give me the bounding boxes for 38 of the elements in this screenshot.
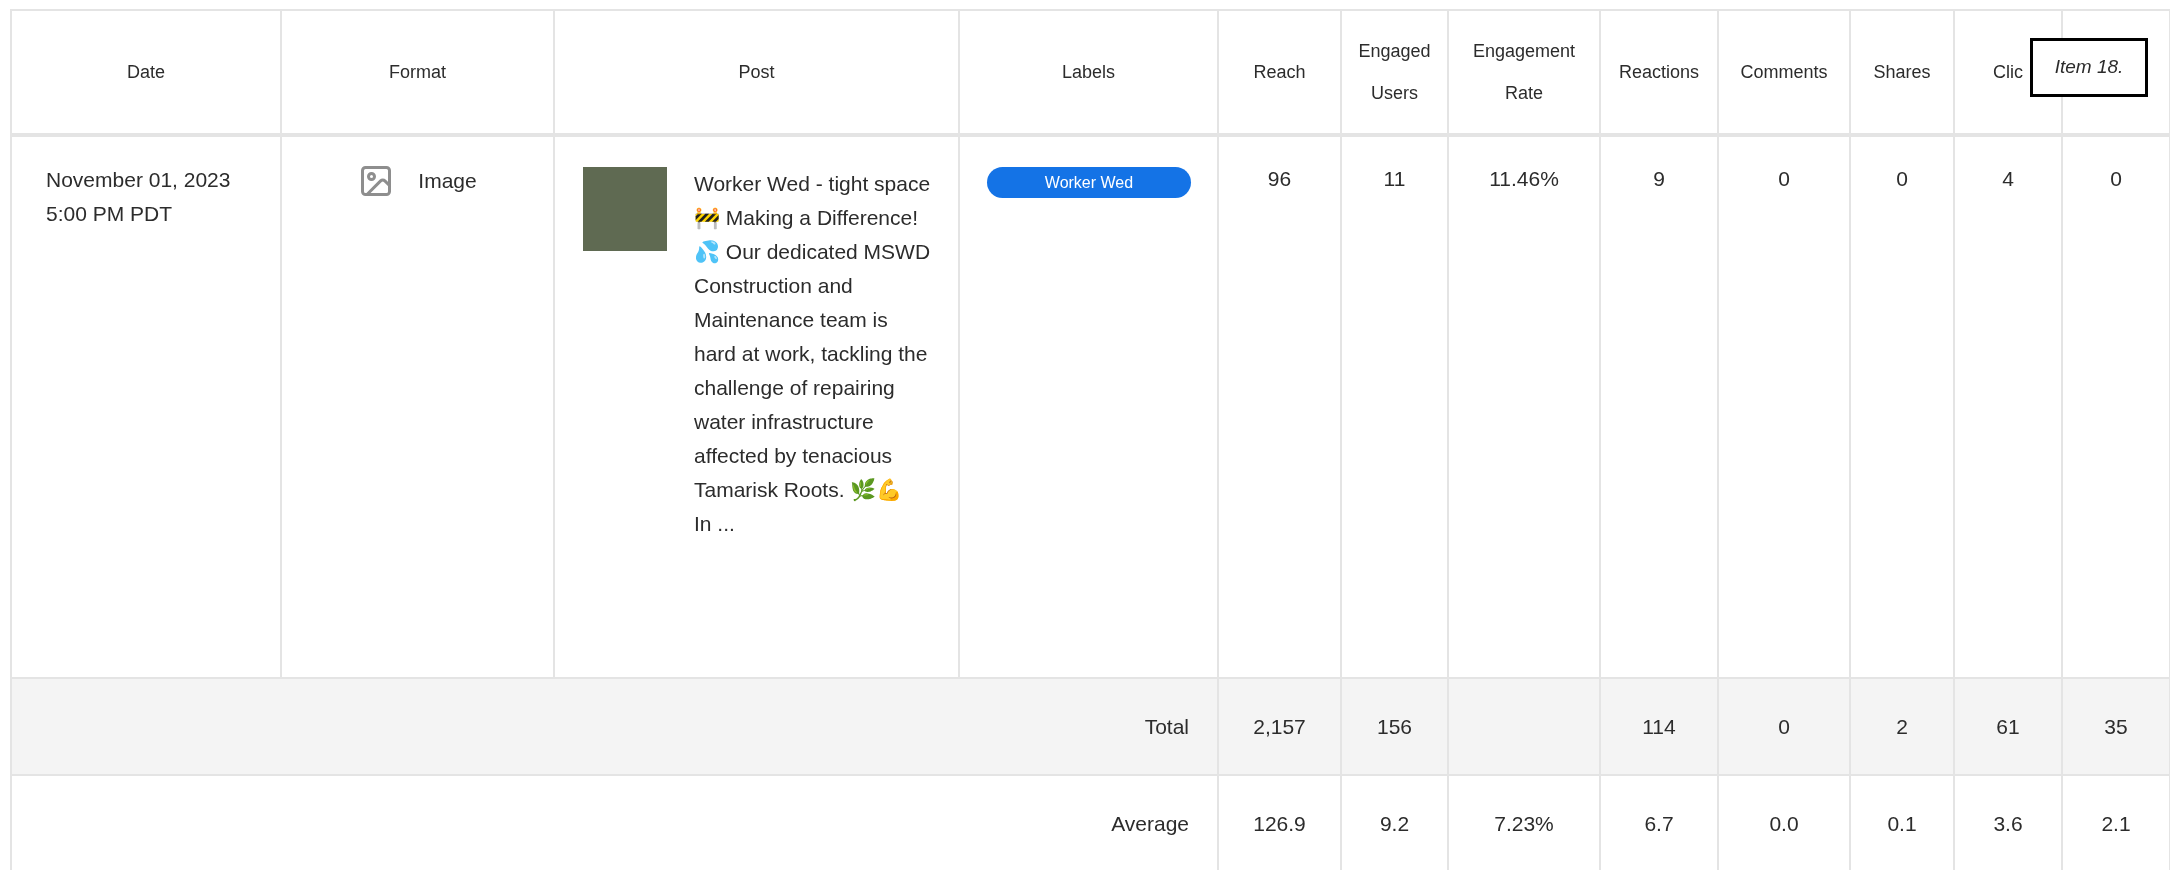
metric-value: 2,157 xyxy=(1253,714,1306,738)
post-text: Worker Wed - tight space 🚧 Making a Difference! 💦 Our dedicated MSWD Construction and Maintenance team is hard at work, tackling the challenge of repairing water infrastructure affected by tenacious Tamarisk Roots. 🌿💪 In ... xyxy=(694,171,932,537)
metric-value: 11 xyxy=(1383,167,1406,190)
column-header[interactable]: Clic xyxy=(1993,51,2023,93)
item-label: Item 18. xyxy=(2030,38,2148,97)
metric-value: 11.46% xyxy=(1489,167,1559,190)
column-header[interactable]: Format xyxy=(389,51,446,93)
column-header[interactable]: Date xyxy=(127,51,165,93)
metric-value: 4 xyxy=(2002,167,2014,190)
metric-value: 114 xyxy=(1642,714,1676,738)
metric-value: 2 xyxy=(1896,714,1908,738)
metric-value: 9 xyxy=(1653,167,1665,190)
format-text: Image xyxy=(418,168,477,195)
metric-value: 0.1 xyxy=(1887,811,1917,835)
metric-value: 7.23% xyxy=(1494,811,1554,835)
metric-value: 126.9 xyxy=(1253,811,1306,835)
summary-label: Average xyxy=(1111,811,1189,835)
metric-value: 96 xyxy=(1267,167,1292,190)
metric-value: 3.6 xyxy=(1993,811,2023,835)
column-header[interactable]: Shares xyxy=(1873,51,1931,93)
metric-value: 0 xyxy=(2110,167,2122,190)
metric-value: 0 xyxy=(1896,167,1908,190)
metric-value: 61 xyxy=(1996,714,2020,738)
label-tag[interactable]: Worker Wed xyxy=(987,167,1191,198)
metric-value: 0.0 xyxy=(1769,811,1799,835)
photo-placeholder[interactable] xyxy=(583,167,667,251)
metric-value: 9.2 xyxy=(1379,811,1410,835)
date-text: November 01, 2023 5:00 PM PDT xyxy=(46,168,231,225)
metric-value: 35 xyxy=(2104,714,2128,738)
metric-value: 156 xyxy=(1376,714,1412,738)
metric-value: 6.7 xyxy=(1644,811,1674,835)
column-header[interactable]: Labels xyxy=(1061,51,1115,93)
metric-value: 0 xyxy=(1778,167,1790,190)
summary-label: Total xyxy=(1144,714,1189,738)
metric-value: 0 xyxy=(1778,714,1790,738)
column-header[interactable]: Reach xyxy=(1253,51,1306,93)
column-header[interactable]: Post xyxy=(738,51,775,93)
metric-value: 2.1 xyxy=(2101,811,2131,835)
